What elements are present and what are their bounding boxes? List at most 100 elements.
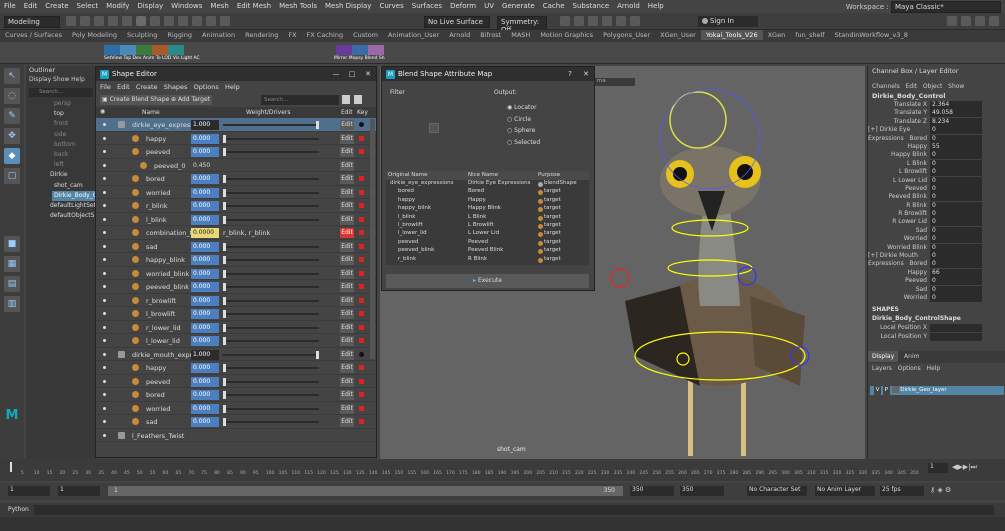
channel-row[interactable]: Worried 0 bbox=[868, 293, 1005, 302]
close-icon[interactable]: ✕ bbox=[578, 67, 594, 81]
se-menu-help[interactable]: Help bbox=[225, 83, 240, 91]
outliner-item[interactable]: front bbox=[54, 119, 96, 129]
slider-knob[interactable] bbox=[223, 391, 226, 399]
undo-icon[interactable] bbox=[108, 16, 118, 26]
key-icon[interactable] bbox=[359, 135, 364, 141]
edit-button[interactable]: Edit bbox=[340, 201, 354, 211]
weight-field[interactable]: 0.000 bbox=[191, 336, 219, 346]
menu-curves[interactable]: Curves bbox=[375, 0, 407, 12]
edit-button[interactable]: Edit bbox=[340, 147, 354, 157]
lasso-tool-icon[interactable]: ◌ bbox=[4, 88, 20, 104]
weight-slider[interactable] bbox=[223, 323, 319, 332]
render-settings-icon[interactable] bbox=[588, 16, 598, 26]
move-tool-icon[interactable]: ✥ bbox=[4, 128, 20, 144]
channel-row[interactable]: R Blink 0 bbox=[868, 201, 1005, 210]
blend-shape-row[interactable]: dirkie_eye_expressio 1.000 Edit bbox=[96, 118, 376, 132]
outliner-item[interactable]: shot_cam bbox=[54, 181, 96, 191]
outliner-item[interactable]: side bbox=[54, 130, 96, 140]
shelf-tab[interactable]: Arnold bbox=[444, 30, 475, 40]
arnold-render-icon[interactable] bbox=[616, 16, 626, 26]
key-icon[interactable] bbox=[359, 203, 364, 208]
shelf-tab[interactable]: Curves / Surfaces bbox=[0, 30, 67, 40]
paint-select-icon[interactable]: ✎ bbox=[4, 108, 20, 124]
redo-icon[interactable] bbox=[122, 16, 132, 26]
channel-row[interactable]: Local Position Y bbox=[868, 332, 1005, 341]
shelf-tool-icon[interactable] bbox=[335, 45, 352, 55]
channel-value[interactable]: 0 bbox=[930, 293, 982, 302]
key-icon[interactable] bbox=[359, 216, 364, 222]
key-icon[interactable] bbox=[359, 284, 364, 289]
shelf-tool-icon[interactable] bbox=[351, 45, 368, 55]
visibility-dot-icon[interactable] bbox=[103, 379, 106, 383]
shelf-tab-active[interactable]: Yokai_Tools_V26 bbox=[700, 30, 763, 40]
channel-value[interactable]: 0 bbox=[930, 184, 982, 193]
snap-view-icon[interactable] bbox=[220, 16, 230, 26]
shelf-tab[interactable]: XGen_User bbox=[655, 30, 701, 40]
slider-knob[interactable] bbox=[223, 283, 226, 291]
channel-row[interactable]: R Lower Lid 0 bbox=[868, 218, 1005, 227]
channel-row[interactable]: Sad 0 bbox=[868, 285, 1005, 294]
end-frame-field[interactable]: 350 bbox=[680, 486, 724, 496]
edit-button[interactable]: Edit bbox=[340, 282, 354, 292]
menu-modify[interactable]: Modify bbox=[102, 0, 133, 12]
weight-field[interactable]: 0.000 bbox=[191, 322, 219, 333]
target-row[interactable]: peeved_0 0.450 Edit bbox=[96, 159, 376, 172]
auto-key-icon[interactable]: ◈ bbox=[937, 486, 942, 494]
slider-knob[interactable] bbox=[223, 323, 226, 332]
edit-button[interactable]: Edit bbox=[340, 336, 354, 346]
channel-row[interactable]: Happy 66 bbox=[868, 268, 1005, 277]
help-icon[interactable]: ? bbox=[562, 67, 578, 81]
scale-tool-icon[interactable]: ▢ bbox=[4, 168, 20, 184]
visibility-dot-icon[interactable] bbox=[103, 285, 106, 288]
menu-mesh-tools[interactable]: Mesh Tools bbox=[275, 0, 321, 12]
weight-field[interactable]: 0.000 bbox=[191, 133, 219, 144]
edit-button[interactable]: Edit bbox=[340, 187, 354, 198]
channel-row[interactable]: Bored 0 bbox=[868, 134, 1005, 143]
edit-button[interactable]: Edit bbox=[340, 268, 354, 279]
visibility-dot-icon[interactable] bbox=[103, 298, 106, 302]
weight-slider[interactable] bbox=[223, 242, 319, 251]
slider-knob[interactable] bbox=[316, 121, 319, 129]
channel-value[interactable]: 0 bbox=[930, 126, 982, 135]
execute-button[interactable]: ▸ Execute bbox=[386, 274, 589, 288]
time-slider[interactable]: 5 10 15 20 25 30 35 40 45 50 55 60 65 70 75 80 85 90 95 100… bbox=[0, 459, 1005, 481]
key-icon[interactable] bbox=[359, 378, 364, 384]
weight-slider[interactable] bbox=[223, 364, 319, 372]
table-row[interactable]: r_blink R Blink target bbox=[386, 256, 589, 264]
shelf-tab[interactable]: Bifrost bbox=[475, 30, 506, 40]
save-scene-icon[interactable] bbox=[94, 16, 104, 26]
edit-button[interactable]: Edit bbox=[340, 160, 354, 171]
open-scene-icon[interactable] bbox=[80, 16, 90, 26]
menu-substance[interactable]: Substance bbox=[569, 0, 614, 12]
channel-row[interactable]: [+] Dirkie Eye Expressions 0 bbox=[868, 126, 1005, 142]
layer-row[interactable]: V P Dirkie_Geo_layer bbox=[870, 386, 1004, 395]
weight-field[interactable]: 0.000 bbox=[191, 390, 219, 400]
menu-select[interactable]: Select bbox=[73, 0, 103, 12]
slider-knob[interactable] bbox=[316, 350, 319, 359]
weight-field[interactable]: 0.000 bbox=[191, 214, 219, 225]
shelf-tool-icon[interactable] bbox=[168, 45, 184, 55]
slider-knob[interactable] bbox=[223, 404, 226, 413]
select-hierarchy-icon[interactable] bbox=[136, 16, 146, 26]
shape-search-input[interactable]: Search... bbox=[261, 95, 339, 105]
weight-field[interactable]: 0.000 bbox=[191, 201, 219, 211]
visibility-dot-icon[interactable] bbox=[103, 352, 106, 356]
channel-value[interactable]: 0 bbox=[930, 218, 982, 227]
visibility-dot-icon[interactable] bbox=[103, 271, 106, 275]
slider-knob[interactable] bbox=[223, 242, 226, 251]
playback-end-field[interactable]: 350 bbox=[630, 486, 674, 496]
shelf-tab[interactable]: FX Caching bbox=[302, 30, 349, 40]
layer-playback-toggle[interactable]: P bbox=[882, 386, 890, 395]
modeling-toolkit-icon[interactable] bbox=[947, 16, 957, 26]
visibility-dot-icon[interactable] bbox=[103, 258, 106, 261]
target-row[interactable]: worried 0.000 Edit bbox=[96, 186, 376, 199]
cb-menu-object[interactable]: Object bbox=[923, 83, 943, 90]
shelf-tab[interactable]: Polygons_User bbox=[598, 30, 655, 40]
table-row[interactable]: l_lower_lid L Lower Lid target bbox=[386, 230, 589, 238]
outliner-item[interactable]: defaultObjectS bbox=[50, 211, 96, 221]
shelf-tab[interactable]: Rigging bbox=[162, 30, 197, 40]
select-component-icon[interactable] bbox=[164, 16, 174, 26]
channel-row[interactable]: R Browlift 0 bbox=[868, 210, 1005, 219]
shelf-tab[interactable]: Sculpting bbox=[122, 30, 162, 40]
weight-field[interactable]: 0.000 bbox=[191, 282, 219, 292]
